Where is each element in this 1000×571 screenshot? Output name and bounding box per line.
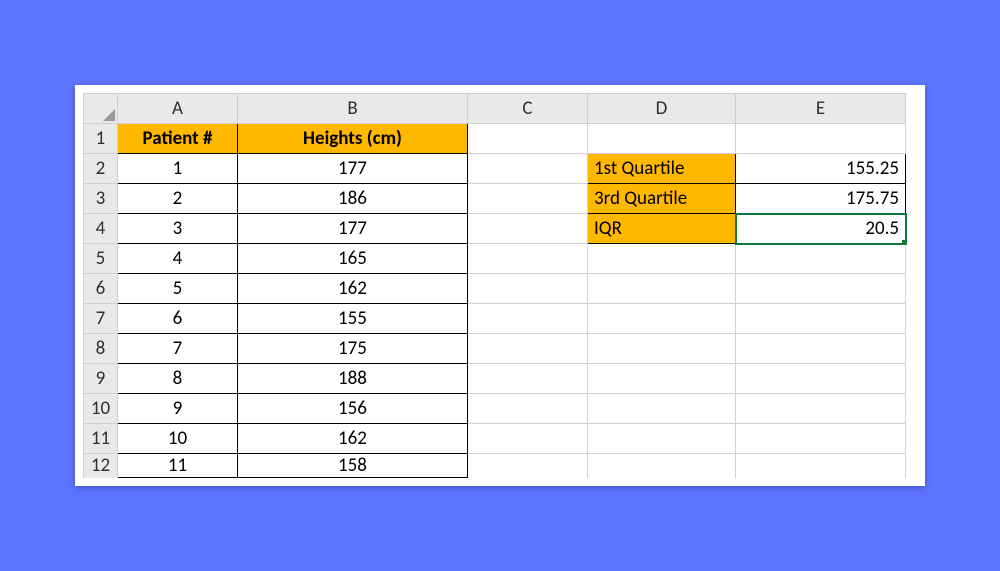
cell-A10[interactable]: 9 [118, 394, 238, 424]
cell-B4[interactable]: 177 [238, 214, 468, 244]
cell-C8[interactable] [468, 334, 588, 364]
row-header-12[interactable]: 12 [84, 454, 118, 478]
row-header-7[interactable]: 7 [84, 304, 118, 334]
cell-D1[interactable] [588, 124, 736, 154]
row-header-9[interactable]: 9 [84, 364, 118, 394]
select-all-corner[interactable] [84, 94, 118, 124]
cell-A1[interactable]: Patient # [118, 124, 238, 154]
col-header-D[interactable]: D [588, 94, 736, 124]
cell-C1[interactable] [468, 124, 588, 154]
cell-E8[interactable] [736, 334, 906, 364]
row-header-4[interactable]: 4 [84, 214, 118, 244]
row-3: 3 2 186 3rd Quartile 175.75 [84, 184, 906, 214]
cell-C6[interactable] [468, 274, 588, 304]
cell-D4[interactable]: IQR [588, 214, 736, 244]
cell-A2[interactable]: 1 [118, 154, 238, 184]
cell-C9[interactable] [468, 364, 588, 394]
cell-A8[interactable]: 7 [118, 334, 238, 364]
cell-A9[interactable]: 8 [118, 364, 238, 394]
cell-D5[interactable] [588, 244, 736, 274]
cell-C10[interactable] [468, 394, 588, 424]
cell-A11[interactable]: 10 [118, 424, 238, 454]
cell-D11[interactable] [588, 424, 736, 454]
cell-E5[interactable] [736, 244, 906, 274]
row-header-3[interactable]: 3 [84, 184, 118, 214]
cell-D7[interactable] [588, 304, 736, 334]
row-header-1[interactable]: 1 [84, 124, 118, 154]
cell-A7[interactable]: 6 [118, 304, 238, 334]
cell-E1[interactable] [736, 124, 906, 154]
cell-A12[interactable]: 11 [118, 454, 238, 478]
cell-E9[interactable] [736, 364, 906, 394]
cell-E6[interactable] [736, 274, 906, 304]
cell-D2[interactable]: 1st Quartile [588, 154, 736, 184]
cell-B3[interactable]: 186 [238, 184, 468, 214]
cell-E2[interactable]: 155.25 [736, 154, 906, 184]
cell-C7[interactable] [468, 304, 588, 334]
cell-D12[interactable] [588, 454, 736, 478]
cell-E10[interactable] [736, 394, 906, 424]
cell-D9[interactable] [588, 364, 736, 394]
cell-B9[interactable]: 188 [238, 364, 468, 394]
cell-D10[interactable] [588, 394, 736, 424]
row-1: 1 Patient # Heights (cm) [84, 124, 906, 154]
row-2: 2 1 177 1st Quartile 155.25 [84, 154, 906, 184]
cell-B5[interactable]: 165 [238, 244, 468, 274]
row-5: 5 4 165 [84, 244, 906, 274]
cell-E4[interactable]: 20.5 [736, 214, 906, 244]
cell-B7[interactable]: 155 [238, 304, 468, 334]
cell-D6[interactable] [588, 274, 736, 304]
column-header-row: A B C D E [84, 94, 906, 124]
cell-C12[interactable] [468, 454, 588, 478]
select-all-icon [103, 109, 115, 121]
cell-B10[interactable]: 156 [238, 394, 468, 424]
cell-B12[interactable]: 158 [238, 454, 468, 478]
row-header-6[interactable]: 6 [84, 274, 118, 304]
row-header-11[interactable]: 11 [84, 424, 118, 454]
col-header-B[interactable]: B [238, 94, 468, 124]
row-8: 8 7 175 [84, 334, 906, 364]
cell-A6[interactable]: 5 [118, 274, 238, 304]
row-header-8[interactable]: 8 [84, 334, 118, 364]
cell-C4[interactable] [468, 214, 588, 244]
spreadsheet-window: A B C D E 1 Patient # Heights (cm) 2 1 1… [75, 85, 925, 486]
spreadsheet-grid[interactable]: A B C D E 1 Patient # Heights (cm) 2 1 1… [83, 93, 906, 478]
row-11: 11 10 162 [84, 424, 906, 454]
cell-C11[interactable] [468, 424, 588, 454]
row-9: 9 8 188 [84, 364, 906, 394]
cell-B8[interactable]: 175 [238, 334, 468, 364]
cell-A4[interactable]: 3 [118, 214, 238, 244]
row-header-2[interactable]: 2 [84, 154, 118, 184]
col-header-E[interactable]: E [736, 94, 906, 124]
cell-E12[interactable] [736, 454, 906, 478]
cell-B1[interactable]: Heights (cm) [238, 124, 468, 154]
cell-A3[interactable]: 2 [118, 184, 238, 214]
cell-E7[interactable] [736, 304, 906, 334]
cell-C2[interactable] [468, 154, 588, 184]
row-header-5[interactable]: 5 [84, 244, 118, 274]
cell-C5[interactable] [468, 244, 588, 274]
col-header-A[interactable]: A [118, 94, 238, 124]
row-10: 10 9 156 [84, 394, 906, 424]
cell-D3[interactable]: 3rd Quartile [588, 184, 736, 214]
row-4: 4 3 177 IQR 20.5 [84, 214, 906, 244]
cell-B6[interactable]: 162 [238, 274, 468, 304]
row-6: 6 5 162 [84, 274, 906, 304]
cell-D8[interactable] [588, 334, 736, 364]
row-12: 12 11 158 [84, 454, 906, 478]
cell-E11[interactable] [736, 424, 906, 454]
row-7: 7 6 155 [84, 304, 906, 334]
cell-C3[interactable] [468, 184, 588, 214]
cell-A5[interactable]: 4 [118, 244, 238, 274]
row-header-10[interactable]: 10 [84, 394, 118, 424]
col-header-C[interactable]: C [468, 94, 588, 124]
cell-B11[interactable]: 162 [238, 424, 468, 454]
cell-E3[interactable]: 175.75 [736, 184, 906, 214]
cell-B2[interactable]: 177 [238, 154, 468, 184]
